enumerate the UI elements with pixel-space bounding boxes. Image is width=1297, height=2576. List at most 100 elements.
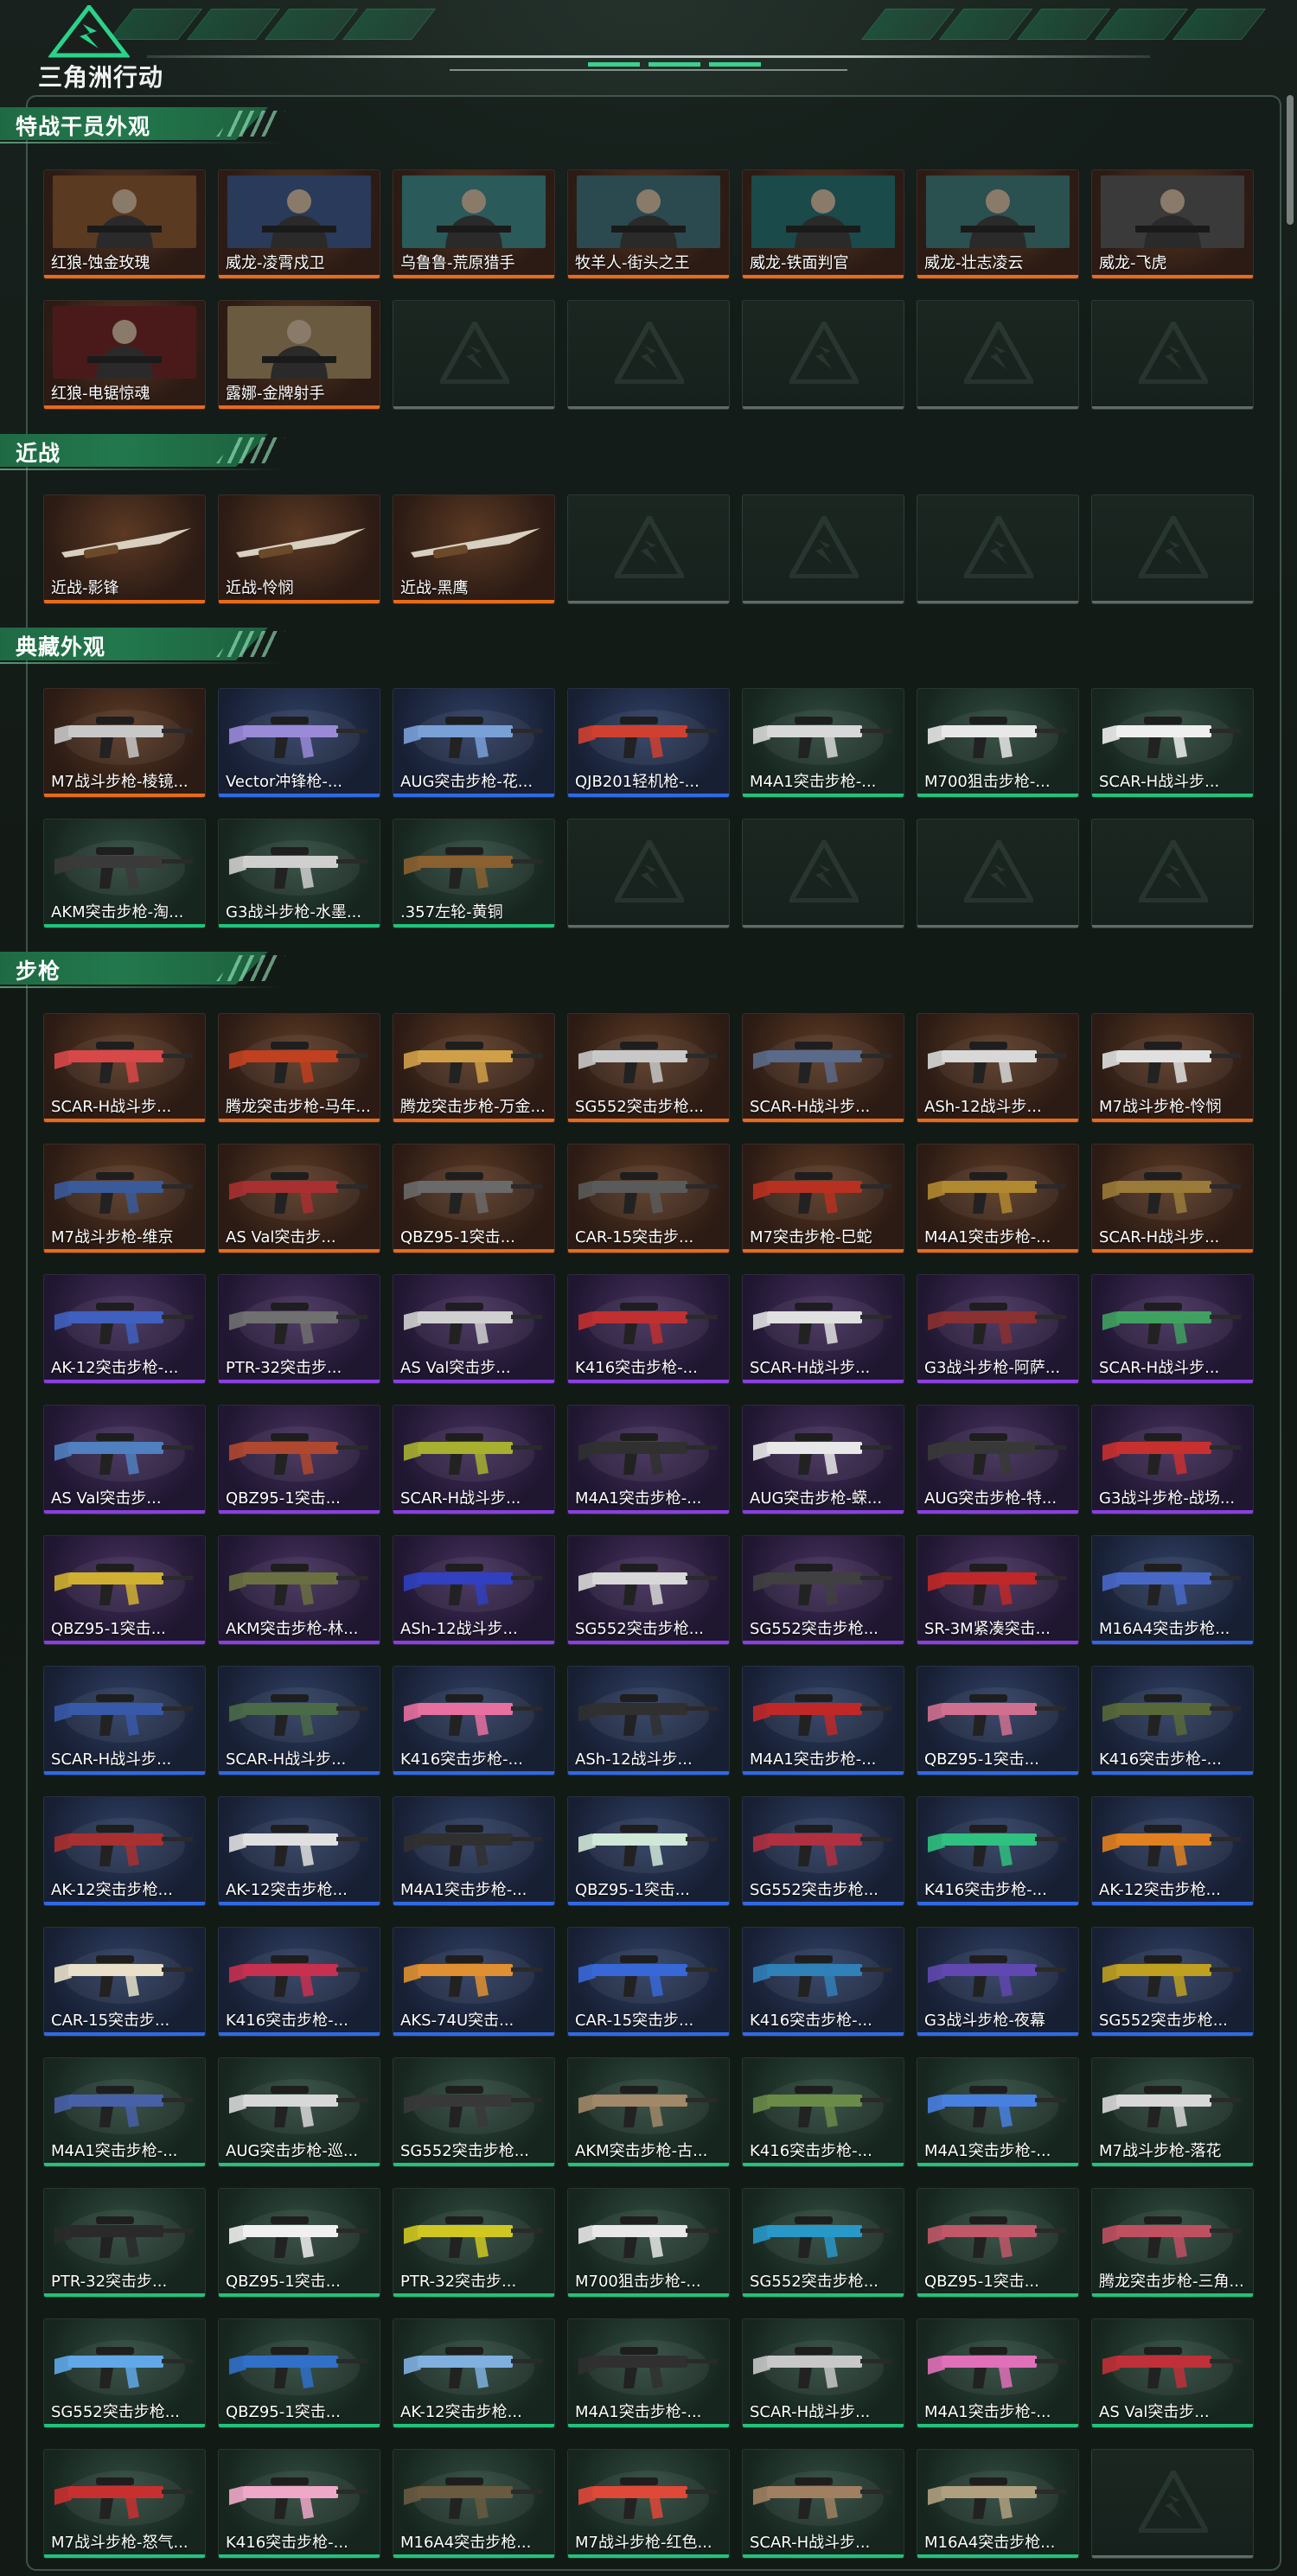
weapon-skin-card[interactable]: AK-12突击步枪-... — [43, 1274, 206, 1384]
weapon-skin-card[interactable]: K416突击步枪-... — [393, 1666, 555, 1776]
weapon-skin-card[interactable]: G3战斗步枪-水墨... — [218, 819, 380, 928]
weapon-skin-card[interactable]: SCAR-H战斗步... — [393, 1405, 555, 1514]
weapon-skin-card[interactable]: M4A1突击步枪-... — [742, 688, 904, 798]
weapon-skin-card[interactable]: M4A1突击步枪-... — [917, 1144, 1079, 1253]
weapon-skin-card[interactable]: SCAR-H战斗步... — [1091, 688, 1254, 798]
weapon-skin-card[interactable]: SG552突击步枪... — [393, 2057, 555, 2167]
weapon-skin-card[interactable]: SG552突击步枪... — [43, 2318, 206, 2428]
weapon-skin-card[interactable]: SCAR-H战斗步... — [742, 2318, 904, 2428]
weapon-skin-card[interactable]: 腾龙突击步枪-三角... — [1091, 2188, 1254, 2298]
weapon-skin-card[interactable]: QBZ95-1突击... — [567, 1796, 730, 1906]
weapon-skin-card[interactable]: QBZ95-1突击... — [218, 1405, 380, 1514]
operator-skin-card[interactable]: 红狼-电锯惊魂 — [43, 300, 206, 410]
weapon-skin-card[interactable]: AS Val突击步... — [218, 1144, 380, 1253]
weapon-skin-card[interactable]: CAR-15突击步... — [567, 1927, 730, 2037]
weapon-skin-card[interactable]: K416突击步枪-... — [218, 2449, 380, 2559]
weapon-skin-card[interactable]: M7突击步枪-巳蛇 — [742, 1144, 904, 1253]
weapon-skin-card[interactable]: SCAR-H战斗步... — [742, 2449, 904, 2559]
weapon-skin-card[interactable]: M700狙击步枪-... — [567, 2188, 730, 2298]
weapon-skin-card[interactable]: M700狙击步枪-... — [917, 688, 1079, 798]
operator-skin-card[interactable]: 露娜-金牌射手 — [218, 300, 380, 410]
weapon-skin-card[interactable]: G3战斗步枪-战场... — [1091, 1405, 1254, 1514]
weapon-skin-card[interactable]: SCAR-H战斗步... — [1091, 1274, 1254, 1384]
weapon-skin-card[interactable]: AUG突击步枪-蝾... — [742, 1405, 904, 1514]
operator-skin-card[interactable]: 威龙-壮志凌云 — [917, 169, 1079, 279]
weapon-skin-card[interactable]: SG552突击步枪... — [1091, 1927, 1254, 2037]
weapon-skin-card[interactable]: K416突击步枪-... — [567, 1274, 730, 1384]
weapon-skin-card[interactable]: QBZ95-1突击... — [917, 1666, 1079, 1776]
weapon-skin-card[interactable]: SG552突击步枪... — [742, 1796, 904, 1906]
weapon-skin-card[interactable]: AK-12突击步枪... — [393, 2318, 555, 2428]
operator-skin-card[interactable]: 乌鲁鲁-荒原猎手 — [393, 169, 555, 279]
weapon-skin-card[interactable]: SCAR-H战斗步... — [742, 1013, 904, 1123]
operator-skin-card[interactable]: 威龙-凌霄戍卫 — [218, 169, 380, 279]
weapon-skin-card[interactable]: PTR-32突击步... — [218, 1274, 380, 1384]
weapon-skin-card[interactable]: K416突击步枪-... — [742, 1927, 904, 2037]
weapon-skin-card[interactable]: AS Val突击步... — [393, 1274, 555, 1384]
weapon-skin-card[interactable]: M4A1突击步枪-... — [393, 1796, 555, 1906]
weapon-skin-card[interactable]: AS Val突击步... — [43, 1405, 206, 1514]
weapon-skin-card[interactable]: QBZ95-1突击... — [917, 2188, 1079, 2298]
weapon-skin-card[interactable]: PTR-32突击步... — [43, 2188, 206, 2298]
weapon-skin-card[interactable]: SCAR-H战斗步... — [43, 1013, 206, 1123]
weapon-skin-card[interactable]: QBZ95-1突击... — [393, 1144, 555, 1253]
weapon-skin-card[interactable]: AUG突击步枪-花... — [393, 688, 555, 798]
weapon-skin-card[interactable]: G3战斗步枪-夜幕 — [917, 1927, 1079, 2037]
weapon-skin-card[interactable]: CAR-15突击步... — [43, 1927, 206, 2037]
weapon-skin-card[interactable]: AK-12突击步枪... — [43, 1796, 206, 1906]
weapon-skin-card[interactable]: M7战斗步枪-棱镜... — [43, 688, 206, 798]
operator-skin-card[interactable]: 牧羊人-街头之王 — [567, 169, 730, 279]
weapon-skin-card[interactable]: M4A1突击步枪-... — [917, 2057, 1079, 2167]
melee-skin-card[interactable]: 近战-影锋 — [43, 494, 206, 604]
weapon-skin-card[interactable]: M7战斗步枪-怜悯 — [1091, 1013, 1254, 1123]
weapon-skin-card[interactable]: K416突击步枪-... — [917, 1796, 1079, 1906]
operator-skin-card[interactable]: 威龙-飞虎 — [1091, 169, 1254, 279]
weapon-skin-card[interactable]: SG552突击步枪... — [567, 1535, 730, 1645]
weapon-skin-card[interactable]: K416突击步枪-... — [1091, 1666, 1254, 1776]
weapon-skin-card[interactable]: SG552突击步枪... — [742, 1535, 904, 1645]
weapon-skin-card[interactable]: SG552突击步枪... — [742, 2188, 904, 2298]
operator-skin-card[interactable]: 威龙-铁面判官 — [742, 169, 904, 279]
weapon-skin-card[interactable]: AUG突击步枪-特... — [917, 1405, 1079, 1514]
weapon-skin-card[interactable]: ASh-12战斗步... — [917, 1013, 1079, 1123]
weapon-skin-card[interactable]: 腾龙突击步枪-万金... — [393, 1013, 555, 1123]
weapon-skin-card[interactable]: AKM突击步枪-淘... — [43, 819, 206, 928]
weapon-skin-card[interactable]: AKM突击步枪-林... — [218, 1535, 380, 1645]
weapon-skin-card[interactable]: SCAR-H战斗步... — [1091, 1144, 1254, 1253]
weapon-skin-card[interactable]: K416突击步枪-... — [218, 1927, 380, 2037]
weapon-skin-card[interactable]: AS Val突击步... — [1091, 2318, 1254, 2428]
weapon-skin-card[interactable]: M7战斗步枪-红色... — [567, 2449, 730, 2559]
weapon-skin-card[interactable]: Vector冲锋枪-... — [218, 688, 380, 798]
weapon-skin-card[interactable]: ASh-12战斗步... — [567, 1666, 730, 1776]
weapon-skin-card[interactable]: M16A4突击步枪... — [1091, 1535, 1254, 1645]
weapon-skin-card[interactable]: QJB201轻机枪-... — [567, 688, 730, 798]
weapon-skin-card[interactable]: K416突击步枪-... — [742, 2057, 904, 2167]
weapon-skin-card[interactable]: M4A1突击步枪-... — [567, 2318, 730, 2428]
weapon-skin-card[interactable]: AK-12突击步枪... — [1091, 1796, 1254, 1906]
weapon-skin-card[interactable]: M4A1突击步枪-... — [917, 2318, 1079, 2428]
melee-skin-card[interactable]: 近战-黑鹰 — [393, 494, 555, 604]
weapon-skin-card[interactable]: SG552突击步枪... — [567, 1013, 730, 1123]
melee-skin-card[interactable]: 近战-怜悯 — [218, 494, 380, 604]
weapon-skin-card[interactable]: M4A1突击步枪-... — [742, 1666, 904, 1776]
weapon-skin-card[interactable]: M7战斗步枪-落花 — [1091, 2057, 1254, 2167]
weapon-skin-card[interactable]: 腾龙突击步枪-马年... — [218, 1013, 380, 1123]
weapon-skin-card[interactable]: M4A1突击步枪-... — [567, 1405, 730, 1514]
weapon-skin-card[interactable]: M16A4突击步枪... — [393, 2449, 555, 2559]
operator-skin-card[interactable]: 红狼-蚀金玫瑰 — [43, 169, 206, 279]
weapon-skin-card[interactable]: AKM突击步枪-古... — [567, 2057, 730, 2167]
weapon-skin-card[interactable]: SCAR-H战斗步... — [742, 1274, 904, 1384]
weapon-skin-card[interactable]: G3战斗步枪-阿萨... — [917, 1274, 1079, 1384]
weapon-skin-card[interactable]: M7战斗步枪-维京 — [43, 1144, 206, 1253]
weapon-skin-card[interactable]: SCAR-H战斗步... — [43, 1666, 206, 1776]
weapon-skin-card[interactable]: AKS-74U突击... — [393, 1927, 555, 2037]
weapon-skin-card[interactable]: QBZ95-1突击... — [43, 1535, 206, 1645]
weapon-skin-card[interactable]: M16A4突击步枪... — [917, 2449, 1079, 2559]
weapon-skin-card[interactable]: AUG突击步枪-巡... — [218, 2057, 380, 2167]
weapon-skin-card[interactable]: ASh-12战斗步... — [393, 1535, 555, 1645]
weapon-skin-card[interactable]: SR-3M紧凑突击... — [917, 1535, 1079, 1645]
weapon-skin-card[interactable]: SCAR-H战斗步... — [218, 1666, 380, 1776]
weapon-skin-card[interactable]: M4A1突击步枪-... — [43, 2057, 206, 2167]
weapon-skin-card[interactable]: AK-12突击步枪... — [218, 1796, 380, 1906]
weapon-skin-card[interactable]: PTR-32突击步... — [393, 2188, 555, 2298]
